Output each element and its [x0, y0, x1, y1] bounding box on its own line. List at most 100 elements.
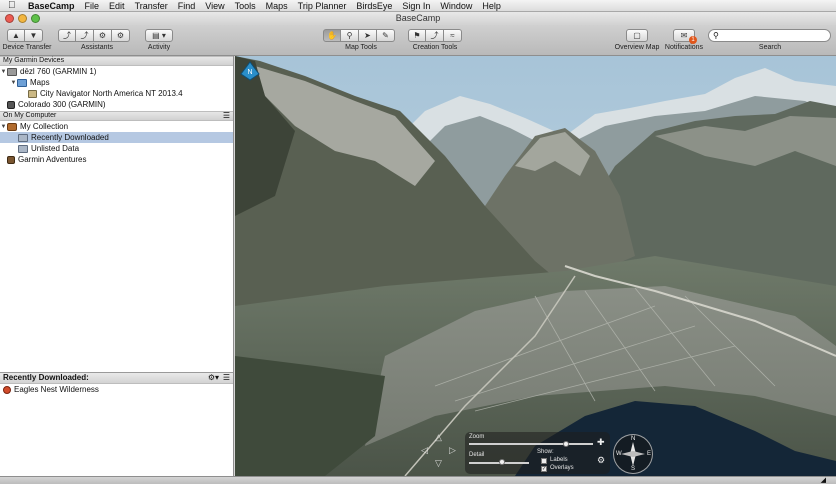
garmin-adventures-row[interactable]: Garmin Adventures	[0, 154, 233, 165]
unlisted-data-label: Unlisted Data	[31, 144, 80, 153]
gear-icon[interactable]: ⚙	[597, 455, 605, 466]
menu-tools[interactable]: Tools	[235, 1, 256, 11]
geotag-assistant-button[interactable]: ⚙	[112, 29, 130, 42]
terrain-render	[235, 56, 836, 476]
detail-slider-knob[interactable]	[499, 459, 505, 465]
menu-transfer[interactable]: Transfer	[135, 1, 168, 11]
overlays-checkbox[interactable]: ✓	[541, 466, 547, 472]
gear-icon[interactable]: ⚙▾	[208, 373, 219, 383]
zoom-label: Zoom	[469, 434, 485, 440]
disclosure-expanded-icon[interactable]: ▼	[10, 80, 17, 86]
assistants-group: ⤴ ⤴ ⚙ ⚙	[58, 29, 130, 42]
new-track-button[interactable]: ≈	[444, 29, 462, 42]
apple-icon[interactable]: 	[8, 0, 20, 11]
search-input[interactable]	[721, 31, 822, 40]
on-my-computer-header: On My Computer ☰	[0, 111, 233, 121]
map-product-row[interactable]: City Navigator North America NT 2013.4	[0, 88, 233, 99]
zoom-slider-knob[interactable]	[563, 441, 569, 447]
menu-app-name[interactable]: BaseCamp	[28, 1, 75, 11]
menu-sign-in[interactable]: Sign In	[402, 1, 430, 11]
device-transfer-group: ▲ ▼	[7, 29, 43, 42]
list-item[interactable]: Eagles Nest Wilderness	[0, 384, 233, 395]
device-colorado-label: Colorado 300 (GARMIN)	[18, 100, 106, 109]
menu-view[interactable]: View	[205, 1, 224, 11]
section-menu-icon[interactable]: ☰	[223, 112, 230, 120]
overlays-label: Overlays	[550, 465, 574, 471]
maps-folder-icon	[17, 78, 27, 87]
send-to-device-button[interactable]: ▼	[25, 29, 43, 42]
device-row-dezl[interactable]: ▼ dēzl 760 (GARMIN 1)	[0, 66, 233, 77]
menu-trip-planner[interactable]: Trip Planner	[298, 1, 347, 11]
gear-icon: ⚙	[116, 31, 125, 40]
arrow-up-icon: ▲	[12, 31, 20, 40]
route-icon: ⤴	[430, 31, 439, 40]
labels-checkbox[interactable]	[541, 458, 547, 464]
menu-edit[interactable]: Edit	[109, 1, 125, 11]
garmin-devices-header: My Garmin Devices	[0, 56, 233, 66]
resize-grip-icon[interactable]: ◢	[821, 476, 826, 484]
route-icon: ⤴	[63, 31, 71, 40]
measure-tool-button[interactable]: ✎	[377, 29, 395, 42]
route-assistant-button[interactable]: ⤴	[58, 29, 76, 42]
magnifier-icon: ⚲	[346, 31, 353, 40]
zoom-slider[interactable]	[469, 443, 593, 445]
hand-icon: ✋	[327, 31, 337, 40]
receive-from-device-button[interactable]: ▲	[7, 29, 25, 42]
notification-icon: ✉	[680, 31, 688, 40]
device-transfer-label: Device Transfer	[2, 44, 52, 51]
menu-birdseye[interactable]: BirdsEye	[356, 1, 392, 11]
map-control-panel: Zoom ✚ Detail Show: Labels ✓ Overlays ⚙	[465, 432, 610, 474]
hand-tool-button[interactable]: ✋	[323, 29, 341, 42]
flag-icon: ⚑	[413, 31, 421, 40]
zoom-tool-button[interactable]: ⚲	[341, 29, 359, 42]
north-indicator-icon[interactable]: N	[239, 60, 261, 82]
search-label: Search	[758, 44, 782, 51]
pan-down-icon[interactable]: ▽	[435, 458, 442, 469]
zoom-in-icon[interactable]: ✚	[597, 437, 605, 448]
recently-downloaded-row[interactable]: Recently Downloaded	[0, 132, 233, 143]
map-frame-icon: ▢	[633, 31, 641, 40]
map-view-3d[interactable]: N △ ◁ ▷ ▽ Zoom ✚ Detail Show: Labels ✓ O…	[235, 56, 836, 476]
map-product-icon	[28, 89, 37, 98]
contents-header-label: Recently Downloaded:	[3, 373, 89, 382]
notifications-group: ✉ 1	[673, 29, 697, 44]
adventure-assistant-button[interactable]: ⚙	[94, 29, 112, 42]
compass-rose[interactable]: N S E W	[613, 434, 653, 474]
unlisted-data-row[interactable]: Unlisted Data	[0, 143, 233, 154]
menu-window[interactable]: Window	[440, 1, 472, 11]
library-tree: My Garmin Devices ▼ dēzl 760 (GARMIN 1) …	[0, 56, 233, 372]
search-icon: ⚲	[713, 31, 719, 40]
list-folder-icon	[18, 144, 28, 153]
contents-pane: Recently Downloaded: ⚙▾ ☰ Eagles Nest Wi…	[0, 372, 233, 484]
menu-maps[interactable]: Maps	[266, 1, 288, 11]
pane-menu-icon[interactable]: ☰	[223, 373, 230, 383]
menu-help[interactable]: Help	[482, 1, 501, 11]
overview-map-button[interactable]: ▢	[626, 29, 648, 42]
pan-control[interactable]: △ ◁ ▷ ▽	[417, 432, 463, 476]
menu-find[interactable]: Find	[178, 1, 196, 11]
toolbar: ▲ ▼ Device Transfer ⤴ ⤴ ⚙ ⚙ Assistants ▤…	[0, 25, 836, 56]
new-route-button[interactable]: ⤴	[426, 29, 444, 42]
pan-right-icon[interactable]: ▷	[449, 445, 456, 456]
pan-left-icon[interactable]: ◁	[421, 445, 428, 456]
track-assistant-button[interactable]: ⤴	[76, 29, 94, 42]
search-field[interactable]: ⚲	[708, 29, 831, 42]
collection-icon	[7, 122, 17, 131]
labels-label: Labels	[550, 457, 568, 463]
disclosure-expanded-icon[interactable]: ▼	[0, 69, 7, 75]
handheld-gps-icon	[7, 100, 15, 109]
activity-profile-button[interactable]: ▤ ▾	[145, 29, 173, 42]
pan-up-icon[interactable]: △	[435, 432, 442, 443]
garmin-adventures-label: Garmin Adventures	[18, 155, 87, 164]
menu-file[interactable]: File	[85, 1, 100, 11]
my-collection-row[interactable]: ▼ My Collection	[0, 121, 233, 132]
notifications-button[interactable]: ✉ 1	[673, 29, 697, 44]
new-waypoint-button[interactable]: ⚑	[408, 29, 426, 42]
activity-label: Activity	[147, 44, 171, 51]
detail-label: Detail	[469, 452, 485, 458]
device-dezl-label: dēzl 760 (GARMIN 1)	[20, 67, 97, 76]
disclosure-expanded-icon[interactable]: ▼	[0, 124, 7, 130]
device-maps-row[interactable]: ▼ Maps	[0, 77, 233, 88]
select-tool-button[interactable]: ➤	[359, 29, 377, 42]
device-row-colorado[interactable]: Colorado 300 (GARMIN)	[0, 99, 233, 110]
